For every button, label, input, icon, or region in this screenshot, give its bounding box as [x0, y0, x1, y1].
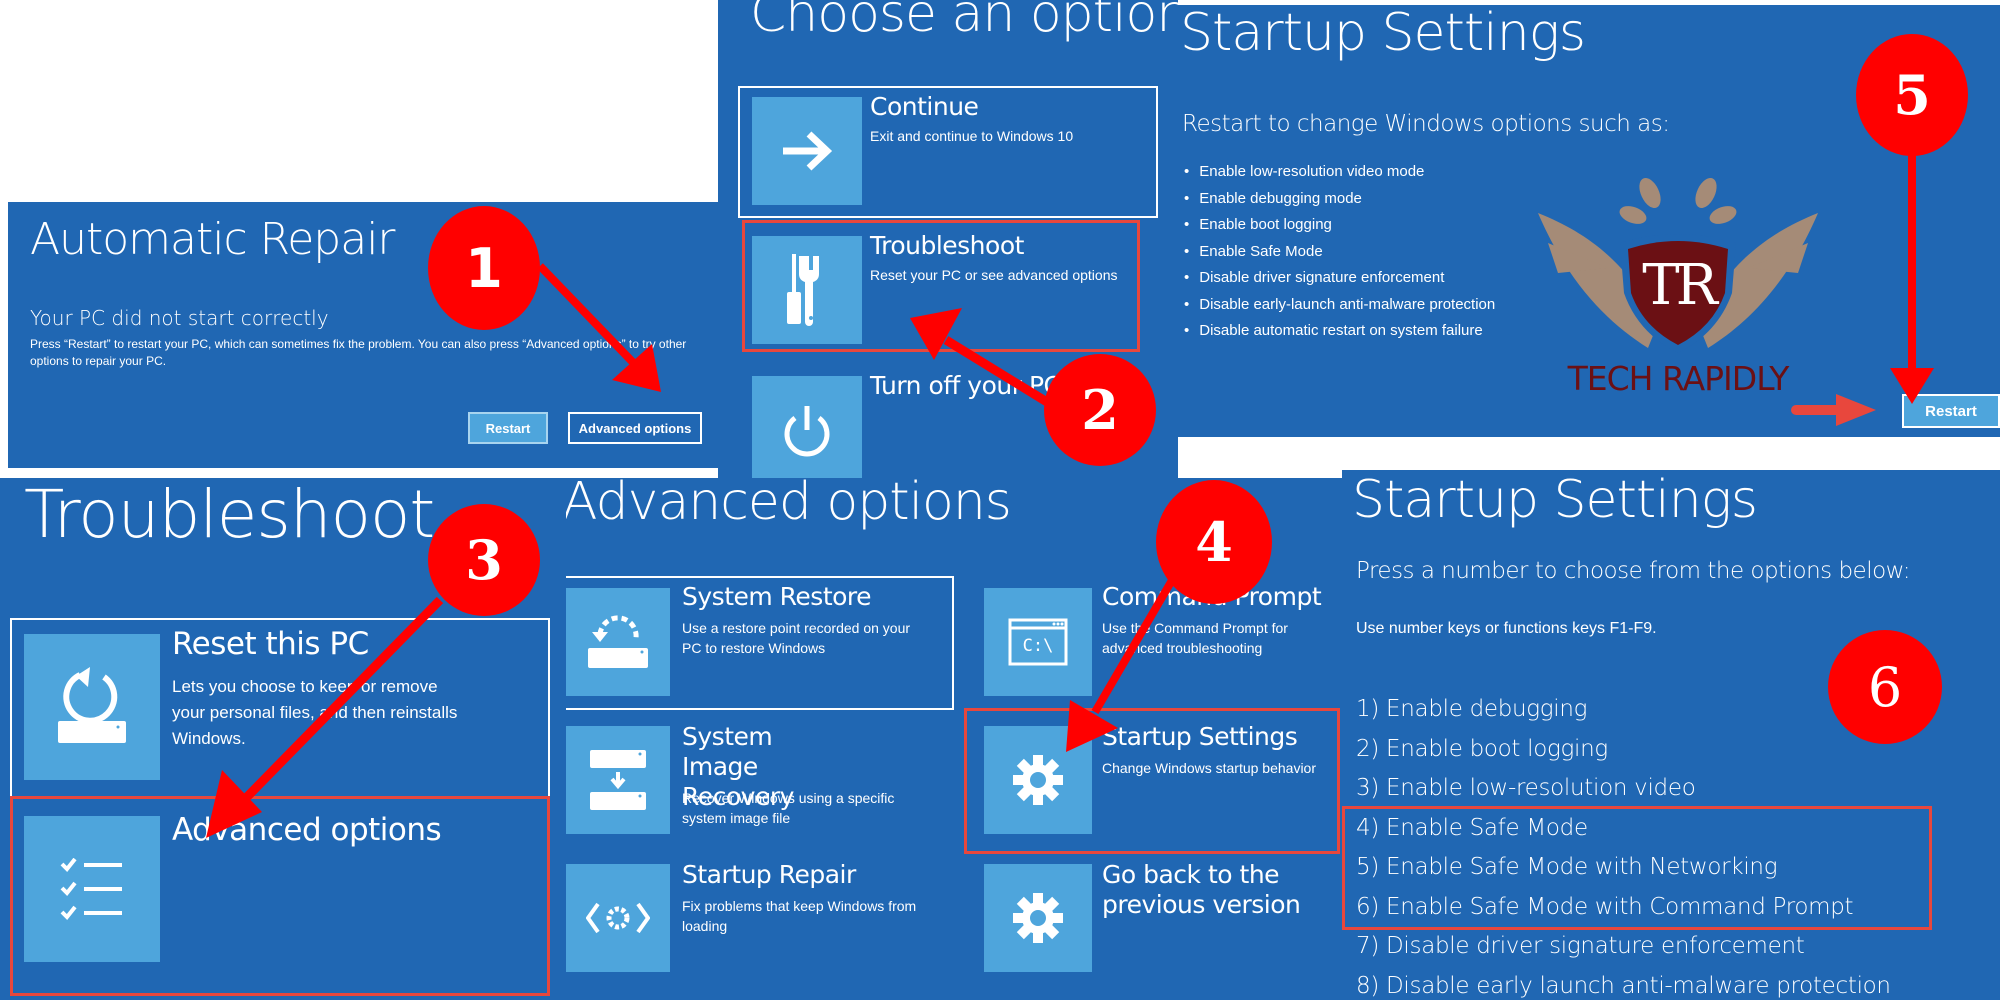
startup-settings-hint: Use number keys or functions keys F1-F9.: [1356, 620, 1657, 637]
cmd-glyph: C:\: [1022, 636, 1054, 656]
step-badge-5: 5: [1856, 34, 1968, 156]
bullet-item: Enable low-resolution video mode: [1184, 159, 1495, 186]
turn-off-tile[interactable]: [752, 376, 862, 480]
step-badge-2: 2: [1044, 354, 1156, 466]
startup-settings-instruction: Press a number to choose from the option…: [1356, 558, 1910, 584]
startup-repair-desc: Fix problems that keep Windows from load…: [682, 898, 917, 934]
choose-option-title: Choose an option: [750, 0, 1178, 44]
startup-repair-title: Startup Repair: [682, 860, 856, 889]
reset-icon: [58, 667, 126, 743]
go-back-tile[interactable]: [984, 864, 1092, 972]
gear-icon: [1013, 893, 1063, 943]
troubleshoot-page-title: Troubleshoot: [24, 478, 435, 553]
advanced-options-button[interactable]: Advanced options: [568, 412, 702, 444]
troubleshoot-title: Troubleshoot: [870, 231, 1024, 260]
restart-button[interactable]: Restart: [468, 412, 548, 444]
bullet-item: Enable debugging mode: [1184, 186, 1495, 213]
startup-settings-menu-title: Startup Settings: [1352, 470, 1758, 530]
image-recovery-icon: [590, 750, 646, 810]
advanced-options-title: Advanced options: [172, 812, 442, 848]
bullet-item: Disable automatic restart on system fail…: [1184, 318, 1495, 345]
automatic-repair-subtitle: Your PC did not start correctly: [30, 306, 329, 330]
tools-icon: [787, 254, 819, 326]
logo-monogram: TR: [1642, 253, 1718, 318]
reset-pc-tile: [24, 634, 160, 780]
command-prompt-tile[interactable]: C:\: [984, 588, 1092, 696]
turn-off-title: Turn off your PC: [870, 371, 1061, 400]
system-image-recovery-desc: Recover Windows using a specific system …: [682, 790, 895, 826]
automatic-repair-body: Press “Restart” to restart your PC, whic…: [30, 337, 687, 368]
startup-options-bullet-list: Enable low-resolution video mode Enable …: [1184, 159, 1495, 345]
startup-option-item[interactable]: 2) Enable boot logging: [1356, 730, 1891, 770]
continue-tile: [752, 97, 862, 205]
startup-settings-restart-subtitle: Restart to change Windows options such a…: [1182, 111, 1670, 137]
startup-settings-tile: [984, 726, 1092, 834]
go-back-title: Go back to the previous version: [1102, 860, 1301, 919]
step-badge-1: 1: [428, 206, 540, 330]
startup-repair-tile[interactable]: [566, 864, 670, 972]
command-prompt-desc: Use the Command Prompt for advanced trou…: [1102, 620, 1288, 656]
step-badge-4: 4: [1156, 480, 1272, 604]
startup-option-item[interactable]: 7) Disable driver signature enforcement: [1356, 927, 1891, 967]
bullet-item: Enable boot logging: [1184, 212, 1495, 239]
checklist-icon: [60, 858, 122, 920]
system-restore-title: System Restore: [682, 582, 872, 611]
automatic-repair-title: Automatic Repair: [30, 214, 396, 265]
system-restore-tile: [566, 588, 670, 696]
startup-option-item[interactable]: 8) Disable early launch anti-malware pro…: [1356, 967, 1891, 1000]
reset-pc-title: Reset this PC: [172, 626, 369, 662]
bullet-item: Disable driver signature enforcement: [1184, 265, 1495, 292]
automatic-repair-panel: Automatic Repair Your PC did not start c…: [8, 202, 720, 468]
startup-option-item[interactable]: 1) Enable debugging: [1356, 690, 1891, 730]
troubleshoot-tile: [752, 236, 862, 344]
step-badge-6: 6: [1828, 630, 1942, 744]
tech-rapidly-logo: TR TECH RAPIDLY: [1528, 173, 1828, 398]
power-icon: [784, 406, 830, 457]
startup-settings-restart-title: Startup Settings: [1180, 5, 1586, 63]
restart-button-startup[interactable]: Restart: [1902, 394, 2000, 428]
troubleshoot-desc: Reset your PC or see advanced options: [870, 267, 1118, 283]
advanced-options-page-title: Advanced options: [566, 478, 1012, 532]
system-restore-desc: Use a restore point recorded on your PC …: [682, 620, 911, 656]
arrow-right-icon: [783, 131, 833, 171]
startup-settings-desc: Change Windows startup behavior: [1102, 760, 1317, 776]
startup-option-item[interactable]: 3) Enable low-resolution video: [1356, 769, 1891, 809]
step-badge-3: 3: [428, 504, 540, 616]
bullet-item: Enable Safe Mode: [1184, 239, 1495, 266]
continue-desc: Exit and continue to Windows 10: [870, 128, 1074, 144]
system-image-recovery-tile[interactable]: [566, 726, 670, 834]
gear-icon: [1013, 755, 1063, 805]
continue-title: Continue: [870, 92, 979, 121]
bullet-item: Disable early-launch anti-malware protec…: [1184, 292, 1495, 319]
reset-pc-desc: Lets you choose to keep or remove your p…: [172, 677, 458, 748]
system-restore-icon: [588, 615, 648, 668]
startup-repair-icon: [586, 902, 650, 934]
safe-mode-highlight: [1342, 806, 1932, 930]
startup-settings-title: Startup Settings: [1102, 722, 1298, 751]
advanced-options-tile: [24, 816, 160, 962]
logo-brand-text: TECH RAPIDLY: [1567, 359, 1790, 398]
